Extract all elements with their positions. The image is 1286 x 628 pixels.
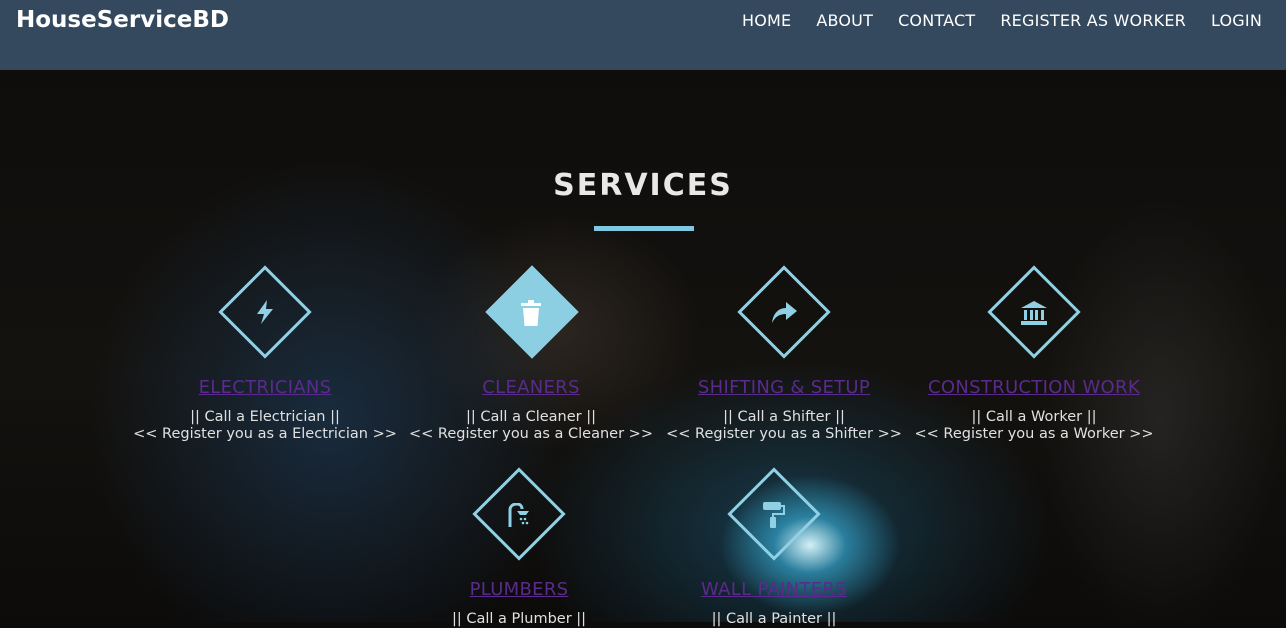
share-arrow-icon <box>769 298 799 328</box>
shower-icon <box>504 500 534 530</box>
service-link-painters[interactable]: WALL PAINTERS <box>614 579 934 600</box>
service-register-link[interactable]: << Register you as a Worker >> <box>874 426 1194 443</box>
service-link-construction[interactable]: CONSTRUCTION WORK <box>874 377 1194 398</box>
service-call-link[interactable]: || Call a Painter || <box>614 611 934 628</box>
trash-icon <box>516 298 546 328</box>
nav-home-link[interactable]: HOME <box>742 11 791 30</box>
brand-logo[interactable]: HouseServiceBD <box>16 7 229 33</box>
nav-register-worker-link[interactable]: REGISTER AS WORKER <box>1000 11 1186 30</box>
hero-background <box>0 0 1286 622</box>
paint-roller-icon <box>759 500 789 530</box>
nav-login-link[interactable]: LOGIN <box>1211 11 1262 30</box>
service-wall-painters: WALL PAINTERS || Call a Painter || <box>614 579 934 628</box>
nav-contact-link[interactable]: CONTACT <box>898 11 975 30</box>
bank-building-icon <box>1019 298 1049 328</box>
service-call-link[interactable]: || Call a Worker || <box>874 409 1194 426</box>
title-underline <box>594 226 694 231</box>
lightning-bolt-icon <box>250 297 280 327</box>
navbar: HouseServiceBD HOME ABOUT CONTACT REGIST… <box>0 0 1286 70</box>
nav-links: HOME ABOUT CONTACT REGISTER AS WORKER LO… <box>742 11 1262 30</box>
service-construction: CONSTRUCTION WORK || Call a Worker || <<… <box>874 377 1194 443</box>
nav-about-link[interactable]: ABOUT <box>816 11 873 30</box>
section-title: SERVICES <box>553 168 733 203</box>
